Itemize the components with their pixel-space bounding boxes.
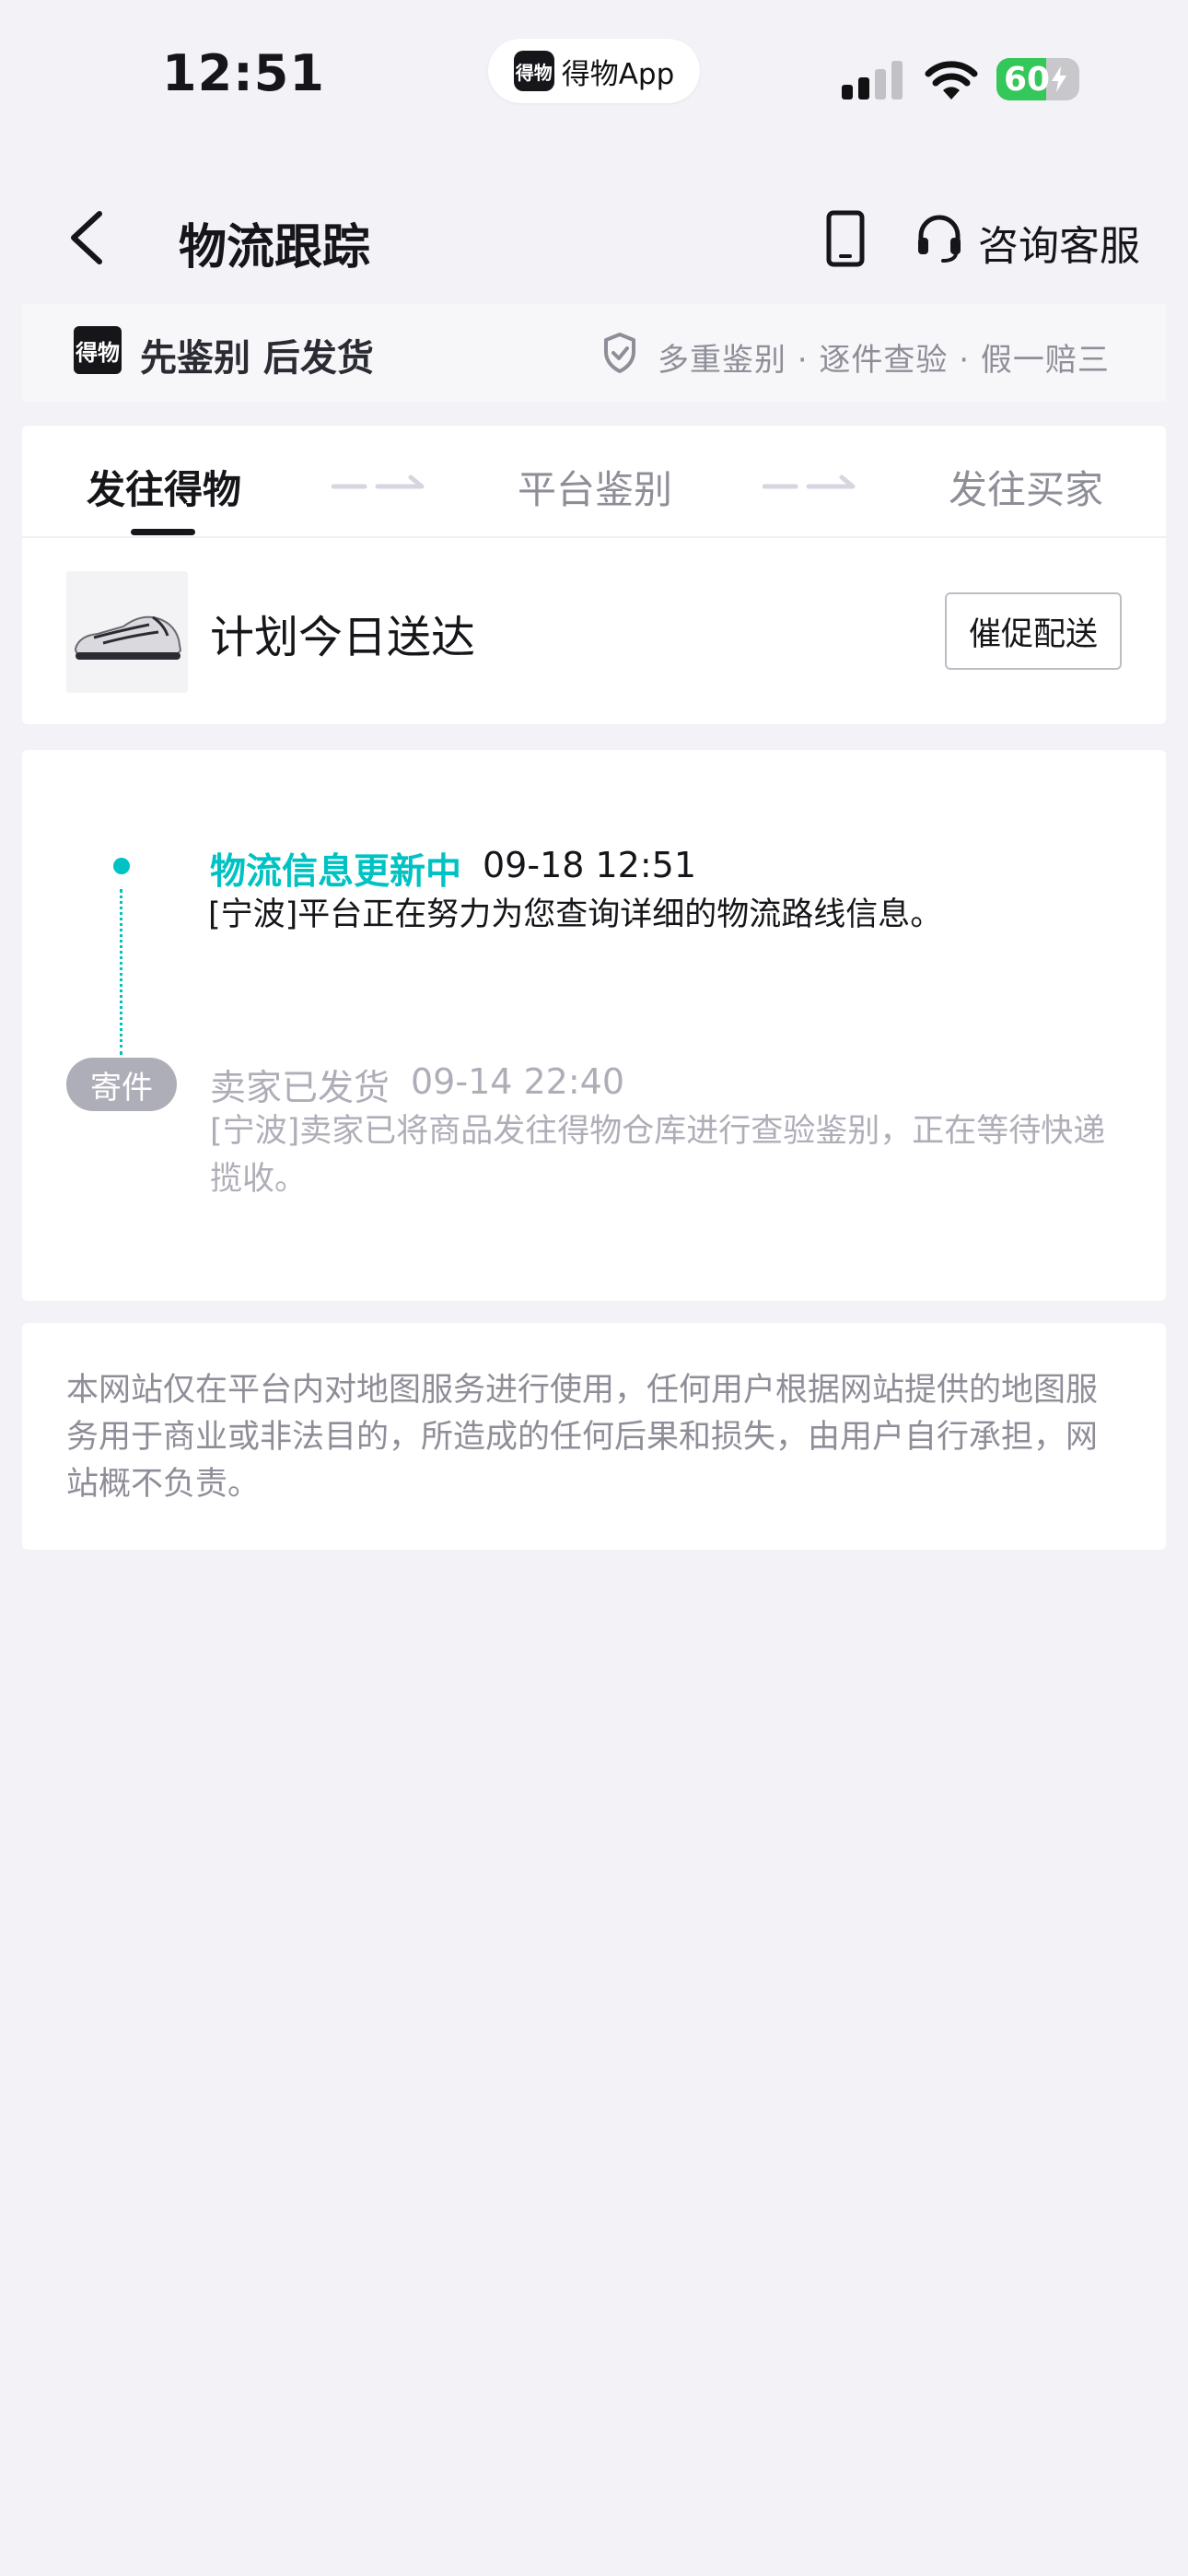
page-title: 物流跟踪 bbox=[179, 220, 371, 275]
timeline-time: 09-18 12:51 bbox=[483, 845, 697, 885]
urge-delivery-button[interactable]: 催促配送 bbox=[945, 592, 1122, 670]
banner-title: 先鉴别 后发货 bbox=[140, 337, 374, 380]
timeline-time: 09-14 22:40 bbox=[411, 1061, 625, 1102]
timeline-description: [宁波]卖家已将商品发往得物仓库进行查验鉴别，正在等待快递揽收。 bbox=[210, 1113, 1106, 1198]
dewu-logo-icon: 得物 bbox=[74, 326, 122, 374]
delivery-status-title: 计划今日送达 bbox=[210, 612, 476, 663]
tab-active-indicator bbox=[131, 529, 195, 535]
timeline-connector bbox=[120, 889, 122, 1055]
charging-bolt-icon bbox=[1052, 66, 1067, 92]
timeline-active-dot bbox=[113, 858, 130, 874]
cellular-signal-icon bbox=[842, 61, 903, 100]
island-app-name: 得物App bbox=[561, 57, 675, 91]
dynamic-island-app[interactable]: 得物 得物App bbox=[488, 39, 700, 103]
tab-send-to-dewu[interactable]: 发往得物 bbox=[87, 459, 241, 515]
banner-features: 多重鉴别 · 逐件查验 · 假一赔三 bbox=[658, 342, 1110, 379]
battery-percent: 60 bbox=[1004, 60, 1051, 99]
shield-check-icon bbox=[604, 333, 635, 373]
step-arrow-icon bbox=[332, 474, 425, 489]
tab-send-to-buyer[interactable]: 发往买家 bbox=[949, 459, 1103, 515]
phone-icon[interactable] bbox=[825, 210, 866, 267]
step-arrow-icon bbox=[763, 474, 856, 489]
app-logo-icon: 得物 bbox=[513, 51, 554, 91]
wifi-icon bbox=[925, 61, 978, 100]
logistics-timeline-card bbox=[22, 750, 1166, 1301]
battery-indicator: 60 bbox=[996, 58, 1079, 100]
status-time: 12:51 bbox=[162, 44, 325, 102]
product-sneaker-thumbnail[interactable] bbox=[66, 571, 188, 693]
tab-platform-authentication[interactable]: 平台鉴别 bbox=[518, 459, 672, 515]
back-chevron-icon[interactable] bbox=[64, 210, 111, 265]
timeline-description: [宁波]平台正在努力为您查询详细的物流路线信息。 bbox=[208, 896, 943, 933]
map-disclaimer-text: 本网站仅在平台内对地图服务进行使用，任何用户根据网站提供的地图服务用于商业或非法… bbox=[66, 1372, 1099, 1503]
headset-icon[interactable] bbox=[915, 212, 963, 263]
timeline-status: 物流信息更新中 bbox=[210, 851, 462, 893]
divider bbox=[22, 536, 1166, 538]
shipped-badge: 寄件 bbox=[66, 1058, 177, 1111]
timeline-status: 卖家已发货 bbox=[210, 1068, 390, 1109]
customer-service-button[interactable]: 咨询客服 bbox=[978, 213, 1140, 272]
